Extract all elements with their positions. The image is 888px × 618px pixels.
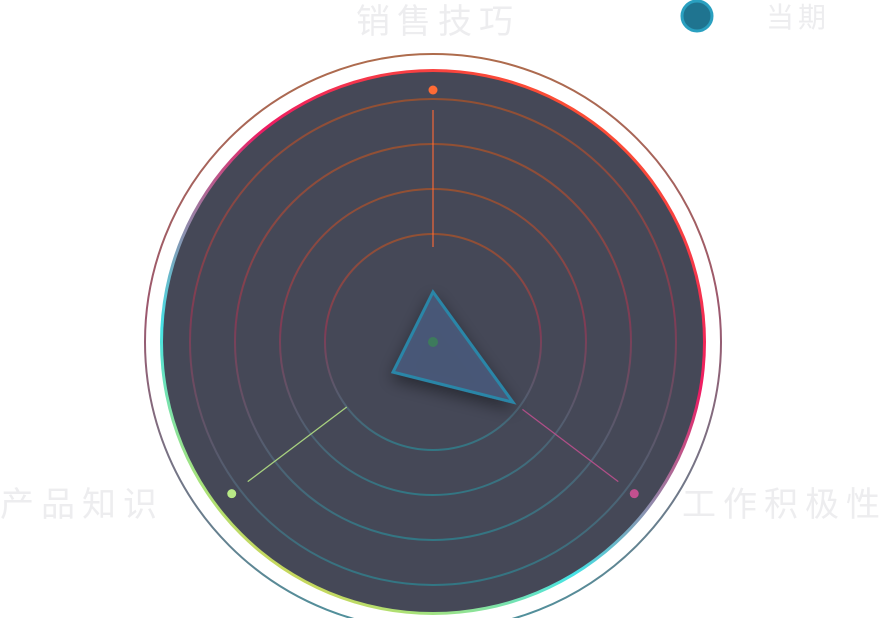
center-point (428, 337, 438, 347)
legend-marker (680, 0, 714, 33)
axis-endpoint (428, 85, 438, 95)
axis-label-top: 销售技巧 (356, 2, 520, 42)
axis-endpoint (227, 489, 237, 499)
axis-label-left: 产品知识 (0, 485, 164, 525)
axis-endpoint (629, 489, 639, 499)
legend-label: 当期 (766, 1, 830, 34)
axis-label-right: 工作积极性 (682, 485, 887, 525)
legend[interactable]: 当期 (680, 0, 830, 34)
radar-chart: 销售技巧 工作积极性 产品知识 当期 (0, 0, 887, 618)
